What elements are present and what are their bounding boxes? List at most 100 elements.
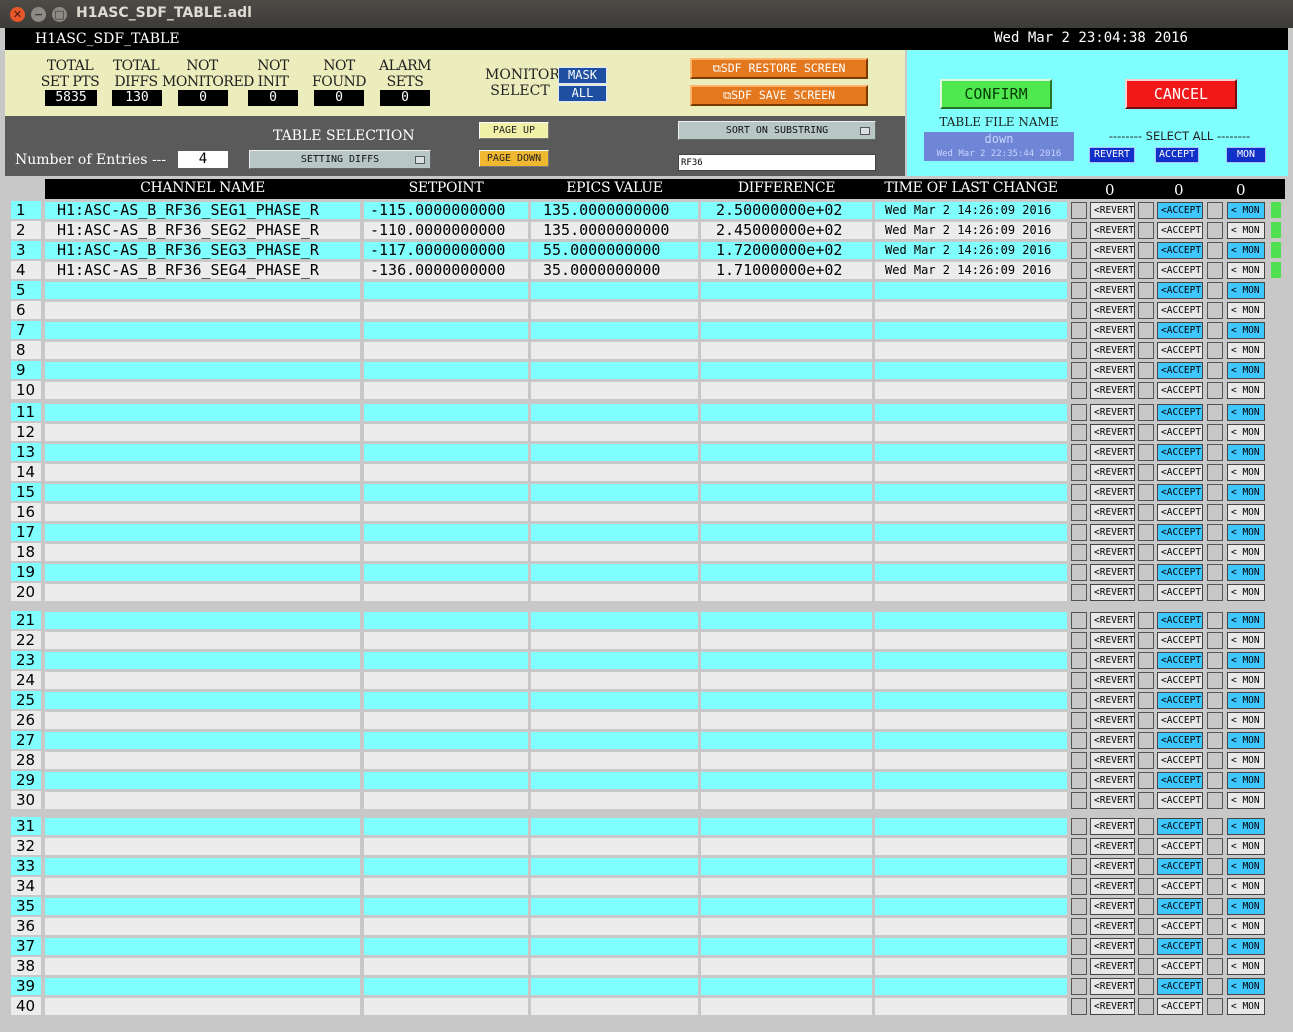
revert-checkbox[interactable] <box>1071 424 1087 441</box>
revert-button[interactable]: <REVERT <box>1090 322 1135 339</box>
revert-checkbox[interactable] <box>1071 544 1087 561</box>
mon-checkbox[interactable] <box>1207 342 1223 359</box>
accept-checkbox[interactable] <box>1138 752 1154 769</box>
accept-checkbox[interactable] <box>1138 672 1154 689</box>
accept-button[interactable]: <ACCEPT <box>1157 878 1203 895</box>
accept-checkbox[interactable] <box>1138 322 1154 339</box>
mon-checkbox[interactable] <box>1207 322 1223 339</box>
revert-button[interactable]: <REVERT <box>1090 998 1135 1015</box>
mon-button[interactable]: < MON <box>1227 342 1265 359</box>
revert-checkbox[interactable] <box>1071 242 1087 259</box>
sdf-restore-screen-button[interactable]: ⧉SDF RESTORE SCREEN <box>690 58 868 79</box>
revert-checkbox[interactable] <box>1071 632 1087 649</box>
accept-button[interactable]: <ACCEPT <box>1157 818 1203 835</box>
revert-checkbox[interactable] <box>1071 918 1087 935</box>
mon-all-button[interactable]: MON <box>1226 147 1266 163</box>
mon-checkbox[interactable] <box>1207 918 1223 935</box>
revert-button[interactable]: <REVERT <box>1090 282 1135 299</box>
mon-button[interactable]: < MON <box>1227 772 1265 789</box>
accept-button[interactable]: <ACCEPT <box>1157 978 1203 995</box>
mon-checkbox[interactable] <box>1207 838 1223 855</box>
revert-button[interactable]: <REVERT <box>1090 302 1135 319</box>
substring-input[interactable] <box>678 154 876 171</box>
revert-button[interactable]: <REVERT <box>1090 792 1135 809</box>
mon-button[interactable]: < MON <box>1227 612 1265 629</box>
revert-all-button[interactable]: REVERT <box>1089 147 1135 163</box>
cancel-button[interactable]: CANCEL <box>1125 79 1237 109</box>
mon-checkbox[interactable] <box>1207 752 1223 769</box>
mon-checkbox[interactable] <box>1207 202 1223 219</box>
mon-button[interactable]: < MON <box>1227 302 1265 319</box>
revert-checkbox[interactable] <box>1071 732 1087 749</box>
revert-button[interactable]: <REVERT <box>1090 544 1135 561</box>
revert-button[interactable]: <REVERT <box>1090 732 1135 749</box>
mon-button[interactable]: < MON <box>1227 404 1265 421</box>
accept-button[interactable]: <ACCEPT <box>1157 938 1203 955</box>
revert-checkbox[interactable] <box>1071 938 1087 955</box>
revert-button[interactable]: <REVERT <box>1090 382 1135 399</box>
mon-checkbox[interactable] <box>1207 504 1223 521</box>
mon-checkbox[interactable] <box>1207 382 1223 399</box>
accept-button[interactable]: <ACCEPT <box>1157 752 1203 769</box>
accept-button[interactable]: <ACCEPT <box>1157 222 1203 239</box>
accept-checkbox[interactable] <box>1138 612 1154 629</box>
accept-button[interactable]: <ACCEPT <box>1157 732 1203 749</box>
revert-checkbox[interactable] <box>1071 584 1087 601</box>
accept-button[interactable]: <ACCEPT <box>1157 524 1203 541</box>
table-selection-menu[interactable]: SETTING DIFFS <box>249 150 431 169</box>
accept-button[interactable]: <ACCEPT <box>1157 342 1203 359</box>
accept-checkbox[interactable] <box>1138 732 1154 749</box>
mon-checkbox[interactable] <box>1207 818 1223 835</box>
revert-checkbox[interactable] <box>1071 672 1087 689</box>
mon-checkbox[interactable] <box>1207 484 1223 501</box>
revert-checkbox[interactable] <box>1071 484 1087 501</box>
minimize-icon[interactable]: − <box>31 7 46 22</box>
accept-checkbox[interactable] <box>1138 692 1154 709</box>
mon-checkbox[interactable] <box>1207 858 1223 875</box>
mon-checkbox[interactable] <box>1207 998 1223 1015</box>
revert-checkbox[interactable] <box>1071 998 1087 1015</box>
accept-button[interactable]: <ACCEPT <box>1157 464 1203 481</box>
mon-checkbox[interactable] <box>1207 792 1223 809</box>
revert-checkbox[interactable] <box>1071 282 1087 299</box>
mon-checkbox[interactable] <box>1207 958 1223 975</box>
revert-checkbox[interactable] <box>1071 444 1087 461</box>
mon-button[interactable]: < MON <box>1227 938 1265 955</box>
mon-checkbox[interactable] <box>1207 772 1223 789</box>
revert-button[interactable]: <REVERT <box>1090 938 1135 955</box>
confirm-button[interactable]: CONFIRM <box>940 79 1052 109</box>
revert-button[interactable]: <REVERT <box>1090 818 1135 835</box>
accept-checkbox[interactable] <box>1138 484 1154 501</box>
revert-checkbox[interactable] <box>1071 222 1087 239</box>
mon-button[interactable]: < MON <box>1227 918 1265 935</box>
mon-checkbox[interactable] <box>1207 524 1223 541</box>
page-down-button[interactable]: PAGE DOWN <box>479 150 549 167</box>
accept-checkbox[interactable] <box>1138 544 1154 561</box>
mon-button[interactable]: < MON <box>1227 712 1265 729</box>
accept-button[interactable]: <ACCEPT <box>1157 382 1203 399</box>
revert-checkbox[interactable] <box>1071 772 1087 789</box>
accept-button[interactable]: <ACCEPT <box>1157 958 1203 975</box>
mon-button[interactable]: < MON <box>1227 362 1265 379</box>
accept-checkbox[interactable] <box>1138 712 1154 729</box>
all-button[interactable]: ALL <box>558 85 607 102</box>
mon-button[interactable]: < MON <box>1227 652 1265 669</box>
accept-button[interactable]: <ACCEPT <box>1157 484 1203 501</box>
mon-button[interactable]: < MON <box>1227 424 1265 441</box>
accept-checkbox[interactable] <box>1138 838 1154 855</box>
accept-checkbox[interactable] <box>1138 938 1154 955</box>
revert-checkbox[interactable] <box>1071 322 1087 339</box>
revert-button[interactable]: <REVERT <box>1090 504 1135 521</box>
revert-button[interactable]: <REVERT <box>1090 612 1135 629</box>
mon-button[interactable]: < MON <box>1227 524 1265 541</box>
accept-button[interactable]: <ACCEPT <box>1157 652 1203 669</box>
accept-checkbox[interactable] <box>1138 382 1154 399</box>
revert-button[interactable]: <REVERT <box>1090 242 1135 259</box>
revert-button[interactable]: <REVERT <box>1090 652 1135 669</box>
mon-button[interactable]: < MON <box>1227 752 1265 769</box>
revert-checkbox[interactable] <box>1071 464 1087 481</box>
revert-checkbox[interactable] <box>1071 564 1087 581</box>
mon-button[interactable]: < MON <box>1227 878 1265 895</box>
mon-button[interactable]: < MON <box>1227 584 1265 601</box>
accept-button[interactable]: <ACCEPT <box>1157 858 1203 875</box>
